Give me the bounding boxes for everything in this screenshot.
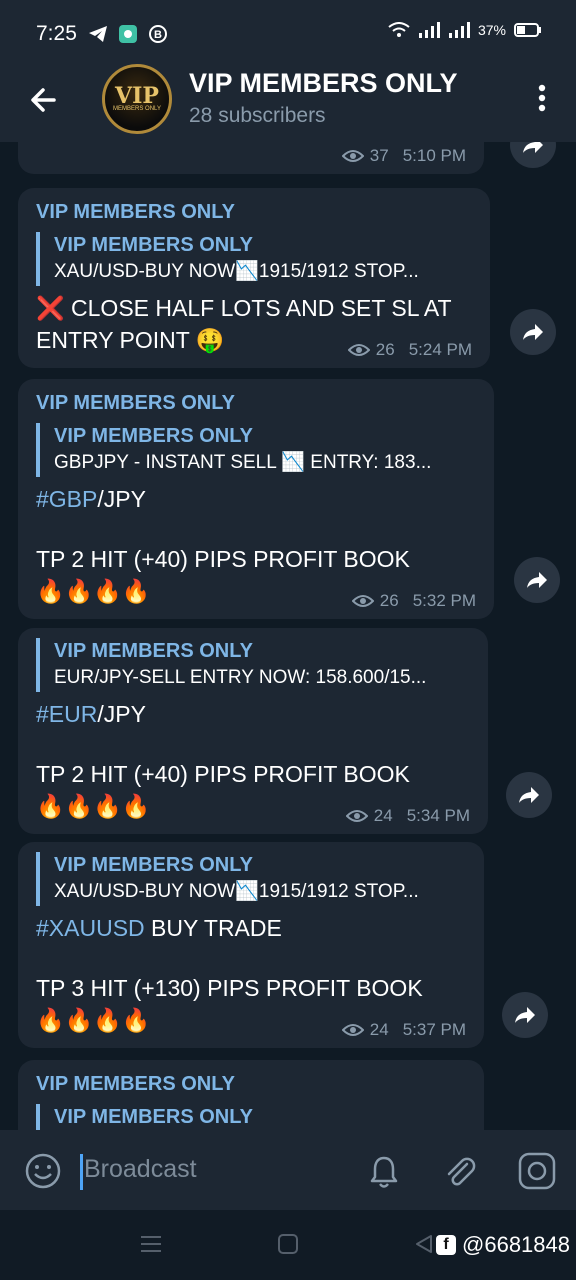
forward-button[interactable] [510,309,556,355]
signal-icon [418,22,440,38]
message-time: 5:34 PM [406,806,470,825]
notification-icons: B [88,24,168,44]
view-count: 24 [373,806,393,825]
menu-nav-icon[interactable] [140,1234,162,1259]
message-bubble[interactable]: 🔥🔥🔥🔥 37 5:10 PM [18,142,484,174]
more-vert-icon[interactable] [530,80,554,116]
reply-text: XAU/USD-BUY NOW📉1915/1912 STOP... [54,881,419,902]
channel-header: VIP MEMBERS ONLY VIP MEMBERS ONLY 28 sub… [0,64,576,142]
home-nav-icon[interactable] [278,1234,298,1259]
channel-title[interactable]: VIP MEMBERS ONLY [189,68,458,99]
message-bubble[interactable]: VIP MEMBERS ONLY VIP MEMBERS ONLY [18,1060,484,1130]
hashtag-link[interactable]: #EUR [36,701,97,727]
message-text: TP 2 HIT (+40) PIPS PROFIT BOOK [36,761,410,787]
forward-button[interactable] [514,557,560,603]
svg-text:B: B [154,29,162,41]
message-time: 5:10 PM [402,146,466,165]
bell-icon[interactable] [364,1152,404,1192]
b-circle-icon: B [148,24,168,44]
eye-icon [341,150,364,162]
message-author: VIP MEMBERS ONLY [36,1073,235,1095]
reply-preview[interactable]: VIP MEMBERS ONLY XAU/USD-BUY NOW📉1915/19… [36,232,472,286]
forward-button[interactable] [506,772,552,818]
reply-author: VIP MEMBERS ONLY [54,425,253,447]
attach-icon[interactable] [440,1152,480,1192]
message-hashtag-line: #EUR/JPY [36,698,470,730]
reply-text: EUR/JPY-SELL ENTRY NOW: 158.600/15... [54,667,427,688]
hashtag-suffix: /JPY [97,486,146,512]
camera-icon[interactable] [516,1150,558,1192]
avatar-logo-subtext: MEMBERS ONLY [113,106,161,112]
forward-button[interactable] [502,992,548,1038]
eye-icon [347,344,370,356]
watermark: f @6681848 [436,1232,570,1258]
message-meta: 24 5:37 PM [341,1020,466,1040]
app-notification-icon [118,24,138,44]
message-list[interactable]: 🔥🔥🔥🔥 37 5:10 PM VIP MEMBERS ONLY VIP MEM… [0,142,576,1130]
message-text: TP 2 HIT (+40) PIPS PROFIT BOOK [36,546,410,572]
text-caret [80,1154,83,1190]
hashtag-suffix: /JPY [97,701,146,727]
battery-icon [514,23,541,37]
reply-preview[interactable]: VIP MEMBERS ONLY EUR/JPY-SELL ENTRY NOW:… [36,638,470,692]
channel-avatar[interactable]: VIP MEMBERS ONLY [102,64,172,134]
view-count: 24 [369,1020,389,1039]
system-icons: 37% [388,22,542,38]
message-hashtag-line: #XAUUSD BUY TRADE [36,912,466,944]
message-bubble[interactable]: VIP MEMBERS ONLY EUR/JPY-SELL ENTRY NOW:… [18,628,488,834]
reply-author: VIP MEMBERS ONLY [54,1106,253,1128]
message-time: 5:37 PM [402,1020,466,1039]
message-bubble[interactable]: VIP MEMBERS ONLY VIP MEMBERS ONLY GBPJPY… [18,379,494,619]
message-meta: 26 5:32 PM [351,591,476,611]
watermark-text: @6681848 [462,1232,570,1257]
reply-preview[interactable]: VIP MEMBERS ONLY [36,1104,466,1130]
reply-text: GBPJPY - INSTANT SELL 📉 ENTRY: 183... [54,452,432,473]
signal-icon-2 [448,22,470,38]
reply-author: VIP MEMBERS ONLY [54,854,253,876]
message-author: VIP MEMBERS ONLY [36,201,235,223]
hashtag-link[interactable]: #XAUUSD [36,915,145,941]
system-nav-bar: f @6681848 [0,1210,576,1280]
message-meta: 26 5:24 PM [347,340,472,360]
view-count: 26 [375,340,395,359]
reply-preview[interactable]: VIP MEMBERS ONLY XAU/USD-BUY NOW📉1915/19… [36,852,466,906]
view-count: 26 [379,591,399,610]
hashtag-suffix: BUY TRADE [144,915,282,941]
message-bubble[interactable]: VIP MEMBERS ONLY VIP MEMBERS ONLY XAU/US… [18,188,490,368]
back-arrow-icon[interactable] [24,80,64,120]
message-text: TP 3 HIT (+130) PIPS PROFIT BOOK [36,975,423,1001]
message-meta: 24 5:34 PM [345,806,470,826]
status-time: 7:25 [36,22,77,45]
status-bar: 7:25 B 37% [0,0,576,64]
message-time: 5:24 PM [408,340,472,359]
subscriber-count: 28 subscribers [189,104,326,127]
composer-bar: Broadcast [0,1130,576,1210]
message-bubble[interactable]: VIP MEMBERS ONLY XAU/USD-BUY NOW📉1915/19… [18,842,484,1048]
eye-icon [341,1024,364,1036]
facebook-icon: f [436,1235,457,1255]
reply-text: XAU/USD-BUY NOW📉1915/1912 STOP... [54,261,419,282]
back-nav-icon[interactable] [414,1234,434,1259]
reply-author: VIP MEMBERS ONLY [54,640,253,662]
message-time: 5:32 PM [412,591,476,610]
forward-button[interactable] [510,142,556,168]
reply-author: VIP MEMBERS ONLY [54,234,253,256]
telegram-icon [88,24,108,44]
avatar-logo-text: VIP [115,83,159,109]
eye-icon [351,595,374,607]
message-emoji-row: 🔥🔥🔥🔥 [276,142,391,144]
battery-percent: 37% [477,22,506,38]
message-hashtag-line: #GBP/JPY [36,483,476,515]
hashtag-link[interactable]: #GBP [36,486,97,512]
wifi-icon [388,22,410,37]
message-input[interactable]: Broadcast [84,1155,197,1184]
message-meta: 37 5:10 PM [341,146,466,166]
view-count: 37 [369,146,389,165]
message-author: VIP MEMBERS ONLY [36,392,235,414]
eye-icon [345,810,368,822]
emoji-icon[interactable] [24,1152,62,1190]
reply-preview[interactable]: VIP MEMBERS ONLY GBPJPY - INSTANT SELL 📉… [36,423,476,477]
